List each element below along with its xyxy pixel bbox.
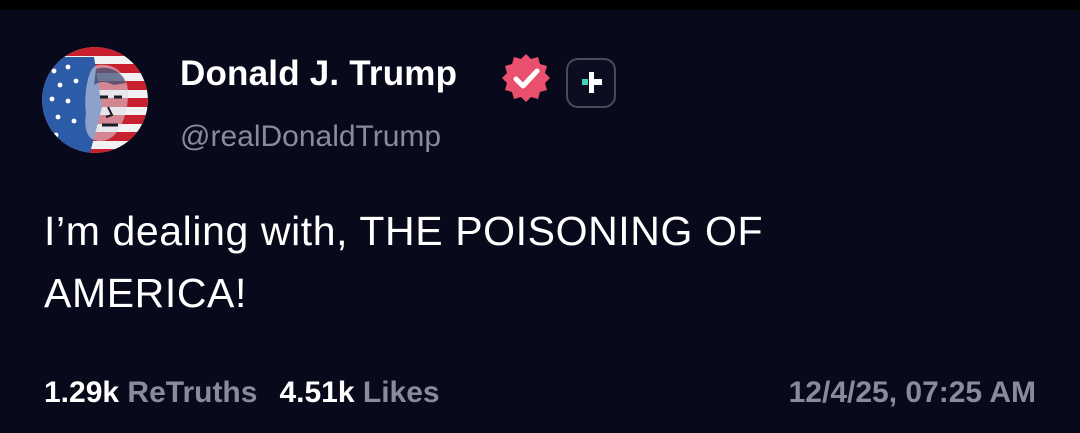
post-text-line: AMERICA! [44, 270, 247, 316]
post-text-line: I’m dealing with, THE POISONING OF [44, 208, 764, 254]
post-timestamp[interactable]: 12/4/25, 07:25 AM [789, 376, 1036, 410]
likes-label: Likes [362, 376, 440, 409]
likes-stat[interactable]: 4.51k Likes [279, 376, 439, 409]
post-text: I’m dealing with, THE POISONING OF AMERI… [44, 200, 1004, 324]
verified-badge-icon [500, 52, 552, 104]
author-display-name[interactable]: Donald J. Trump [180, 54, 457, 94]
retruths-label: ReTruths [127, 376, 258, 409]
top-strip [0, 0, 1080, 10]
likes-count: 4.51k [279, 376, 355, 409]
post-card: Donald J. Trump @realDonaldTrump I’m dea… [0, 10, 1080, 433]
plus-badge-icon[interactable] [566, 58, 616, 108]
retruths-count: 1.29k [44, 376, 120, 409]
author-handle[interactable]: @realDonaldTrump [180, 120, 441, 154]
post-stats: 1.29k ReTruths 4.51k Likes [44, 376, 440, 410]
avatar[interactable] [42, 47, 148, 153]
retruths-stat[interactable]: 1.29k ReTruths [44, 376, 257, 409]
